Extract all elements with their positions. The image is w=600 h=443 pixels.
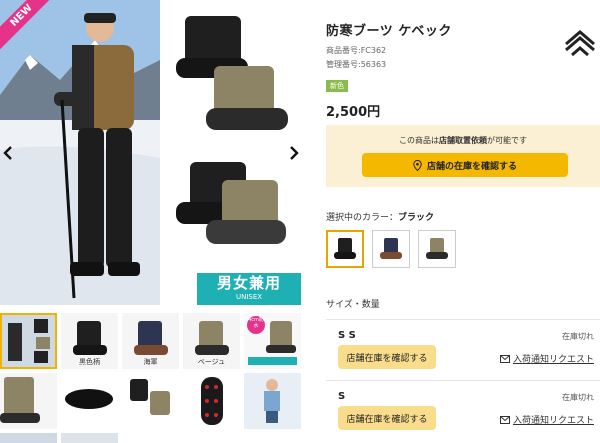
mail-icon xyxy=(499,354,510,363)
thumbnail-tread[interactable] xyxy=(183,373,240,429)
unisex-badge-sublabel: UNISEX xyxy=(235,293,263,301)
mail-icon xyxy=(499,415,510,424)
store-pickup-text: この商品は店舗取置依頼が可能です xyxy=(326,135,600,146)
thumbnail-promo-badge: 4cm防水 xyxy=(248,317,264,329)
thumbnail-navy[interactable]: 海軍 xyxy=(122,313,179,369)
brand-chevron-logo-icon xyxy=(565,30,595,57)
restock-notify-link[interactable]: 入荷通知リクエスト xyxy=(499,352,594,365)
main-image-illustration xyxy=(0,0,308,305)
thumbnail-main[interactable] xyxy=(0,313,57,369)
thumbnail-image xyxy=(61,373,118,429)
product-details: 防寒ブーツ ケベック 商品番号:FC362 管理番号:56363 新色 2,50… xyxy=(326,0,600,443)
boot-navy-icon xyxy=(380,238,402,259)
control-number: 管理番号:56363 xyxy=(326,60,387,69)
pickup-text-bold: 店舗取置依頼 xyxy=(439,136,487,145)
check-store-inventory-button[interactable]: 店舗在庫を確認する xyxy=(338,345,436,369)
thumbnail-label: 海軍 xyxy=(143,358,158,366)
map-pin-icon xyxy=(413,159,422,171)
thumbnail-extra[interactable] xyxy=(0,433,57,443)
thumbnail-kid[interactable] xyxy=(244,373,301,429)
store-pickup-box: この商品は店舗取置依頼が可能です 店舗の在庫を確認する xyxy=(326,125,600,187)
product-title: 防寒ブーツ ケベック xyxy=(326,24,452,39)
color-label-prefix: 選択中のカラー： xyxy=(326,213,399,223)
check-store-stock-button[interactable]: 店舗の在庫を確認する xyxy=(362,153,568,177)
size-name: S xyxy=(338,391,346,402)
thumbnail-strip: 黒色柄 海軍 ベージュ 4cm防水 xyxy=(0,313,308,443)
stock-status: 在庫切れ xyxy=(562,393,594,402)
prev-image-arrow[interactable] xyxy=(0,140,16,166)
stock-status: 在庫切れ xyxy=(562,332,594,341)
pickup-text-pre: この商品は xyxy=(399,136,439,145)
size-row-ss: S S 在庫切れ 店舗在庫を確認する 入荷通知リクエスト xyxy=(326,320,600,378)
check-store-inventory-button[interactable]: 店舗在庫を確認する xyxy=(338,406,436,430)
pickup-text-post: が可能です xyxy=(487,136,527,145)
thumbnail-label: ベージュ xyxy=(197,358,226,366)
thumbnail-image xyxy=(183,373,240,429)
size-name: S S xyxy=(338,330,356,341)
thumbnail-extra[interactable] xyxy=(61,433,118,443)
size-quantity-label: サイズ・数量 xyxy=(326,300,380,310)
thumbnail-row xyxy=(0,373,308,429)
product-gallery: NEW 男女兼用 UNISEX 黒色柄 海軍 ベージュ 4cm防水 xyxy=(0,0,308,443)
check-store-stock-label: 店舗の在庫を確認する xyxy=(426,161,517,172)
thumbnail-sole[interactable] xyxy=(61,373,118,429)
next-image-arrow[interactable] xyxy=(286,140,302,166)
main-product-image[interactable]: NEW 男女兼用 UNISEX xyxy=(0,0,308,305)
new-color-tag: 新色 xyxy=(326,80,348,92)
selected-color-name: ブラック xyxy=(398,213,435,223)
thumbnail-beige[interactable]: ベージュ xyxy=(183,313,240,369)
brand-logo xyxy=(564,30,596,60)
color-swatch-black[interactable] xyxy=(326,230,364,268)
thumbnail-image xyxy=(122,373,179,429)
unisex-badge: 男女兼用 UNISEX xyxy=(197,273,301,305)
restock-notify-label: 入荷通知リクエスト xyxy=(512,355,594,365)
thumbnail-waterproof[interactable]: 4cm防水 xyxy=(244,313,301,369)
restock-notify-label: 入荷通知リクエスト xyxy=(512,416,594,426)
unisex-badge-label: 男女兼用 xyxy=(216,274,281,292)
chevron-right-icon xyxy=(290,146,299,160)
color-swatches xyxy=(326,230,456,268)
thumbnail-label: 黒色柄 xyxy=(79,358,100,366)
selected-color-label: 選択中のカラー：ブラック xyxy=(326,210,434,223)
size-row-s: S 在庫切れ 店舗在庫を確認する 入荷通知リクエスト xyxy=(326,381,600,439)
chevron-left-icon xyxy=(3,146,12,160)
thumbnail-image xyxy=(244,373,301,429)
color-swatch-navy[interactable] xyxy=(372,230,410,268)
thumbnail-pair[interactable] xyxy=(122,373,179,429)
boot-black-icon xyxy=(334,238,356,259)
thumbnail-row: 黒色柄 海軍 ベージュ 4cm防水 xyxy=(0,313,308,369)
thumbnail-black[interactable]: 黒色柄 xyxy=(61,313,118,369)
thumbnail-boot-side[interactable] xyxy=(0,373,57,429)
color-swatch-beige[interactable] xyxy=(418,230,456,268)
thumbnail-row xyxy=(0,433,308,443)
item-number: 商品番号:FC362 xyxy=(326,46,387,55)
restock-notify-link[interactable]: 入荷通知リクエスト xyxy=(499,413,594,426)
boot-beige-icon xyxy=(426,238,448,259)
thumbnail-image xyxy=(0,373,57,429)
product-price: 2,500円 xyxy=(326,105,381,120)
thumbnail-image xyxy=(0,313,57,369)
